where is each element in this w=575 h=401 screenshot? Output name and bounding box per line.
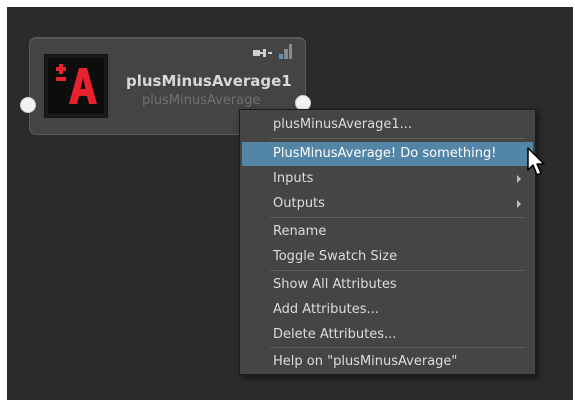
menu-item-rename[interactable]: Rename — [240, 220, 535, 244]
menu-item-outputs[interactable]: Outputs — [240, 192, 535, 216]
submenu-arrow-icon — [517, 175, 521, 183]
menu-item-add-attributes[interactable]: Add Attributes... — [240, 298, 535, 322]
submenu-arrow-icon — [517, 200, 521, 208]
node-header-icons — [251, 44, 295, 62]
menu-item-inputs[interactable]: Inputs — [240, 167, 535, 191]
menu-separator — [270, 217, 525, 218]
node-size-icon[interactable] — [278, 42, 292, 60]
menu-item-toggle-swatch-size[interactable]: Toggle Swatch Size — [240, 245, 535, 269]
menu-separator — [270, 347, 525, 348]
node-editor-canvas[interactable]: plusMinusAverage1 plusMinusAverage plusM… — [7, 7, 573, 400]
node-context-menu: plusMinusAverage1... PlusMinusAverage! D… — [239, 109, 536, 375]
plus-minus-average-swatch-icon — [48, 58, 104, 114]
node-type-label: plusMinusAverage — [142, 93, 261, 108]
node-name-label: plusMinusAverage1 — [126, 72, 292, 90]
menu-item-show-all-attributes[interactable]: Show All Attributes — [240, 273, 535, 297]
menu-item-delete-attributes[interactable]: Delete Attributes... — [240, 323, 535, 347]
mouse-cursor-icon — [527, 147, 545, 176]
node-input-port[interactable] — [20, 97, 36, 113]
node-swatch — [44, 54, 108, 118]
menu-item-node-name[interactable]: plusMinusAverage1... — [240, 113, 535, 137]
menu-separator — [270, 270, 525, 271]
menu-item-plus-minus-do-something[interactable]: PlusMinusAverage! Do something! — [242, 142, 533, 166]
menu-item-help[interactable]: Help on "plusMinusAverage" — [240, 350, 535, 374]
menu-separator — [270, 138, 525, 139]
